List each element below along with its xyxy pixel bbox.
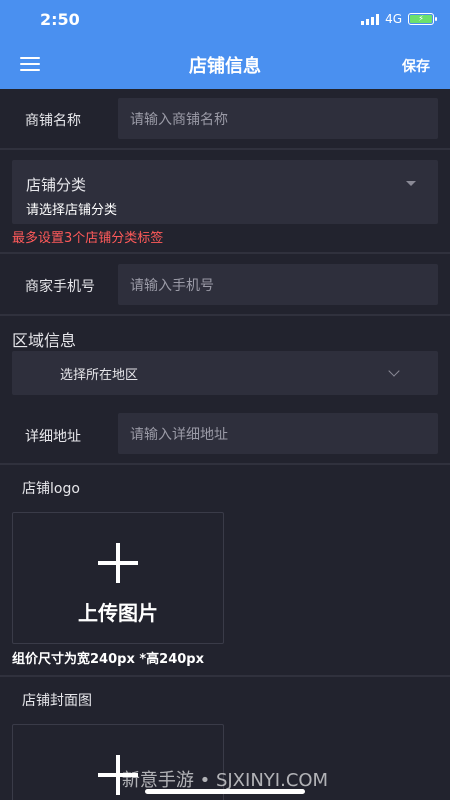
signal-icon xyxy=(361,13,380,25)
phone-label: 商家手机号 xyxy=(25,279,95,295)
phone-input[interactable]: 请输入手机号 xyxy=(118,264,438,305)
address-label: 详细地址 xyxy=(25,429,81,445)
status-bar: 2:50 4G ⚡ xyxy=(0,0,450,40)
logo-upload-button[interactable]: 上传图片 xyxy=(12,512,224,644)
region-section-title: 区域信息 xyxy=(12,331,77,350)
phone-placeholder: 请输入手机号 xyxy=(130,277,214,294)
nav-bar: 店铺信息 保存 xyxy=(0,40,450,89)
divider xyxy=(0,675,450,677)
category-label: 店铺分类 xyxy=(26,176,87,194)
page-title: 店铺信息 xyxy=(189,56,261,77)
category-placeholder: 请选择店铺分类 xyxy=(26,203,118,218)
divider xyxy=(0,463,450,465)
caret-down-icon xyxy=(406,181,416,186)
address-input[interactable]: 请输入详细地址 xyxy=(118,413,438,454)
home-indicator xyxy=(145,789,305,794)
status-time: 2:50 xyxy=(40,10,80,29)
cover-label: 店铺封面图 xyxy=(22,693,92,709)
address-placeholder: 请输入详细地址 xyxy=(130,426,228,443)
shop-name-placeholder: 请输入商铺名称 xyxy=(130,111,228,128)
category-select[interactable]: 店铺分类 请选择店铺分类 xyxy=(12,160,438,224)
divider xyxy=(0,148,450,150)
save-button[interactable]: 保存 xyxy=(402,56,430,76)
status-indicators: 4G ⚡ xyxy=(361,12,437,26)
upload-label: 上传图片 xyxy=(78,601,158,625)
divider xyxy=(0,314,450,316)
category-warning: 最多设置3个店铺分类标签 xyxy=(12,231,164,246)
plus-icon xyxy=(98,543,138,583)
logo-label: 店铺logo xyxy=(22,481,80,497)
region-select-text: 选择所在地区 xyxy=(60,368,139,383)
region-select[interactable]: 选择所在地区 xyxy=(12,351,438,395)
shop-name-input[interactable]: 请输入商铺名称 xyxy=(118,98,438,139)
network-type: 4G xyxy=(385,12,402,26)
chevron-down-icon xyxy=(388,365,400,377)
shop-name-label: 商铺名称 xyxy=(25,113,81,129)
logo-size-hint: 组价尺寸为宽240px *高240px xyxy=(12,652,204,667)
battery-icon: ⚡ xyxy=(408,13,437,25)
divider xyxy=(0,252,450,254)
